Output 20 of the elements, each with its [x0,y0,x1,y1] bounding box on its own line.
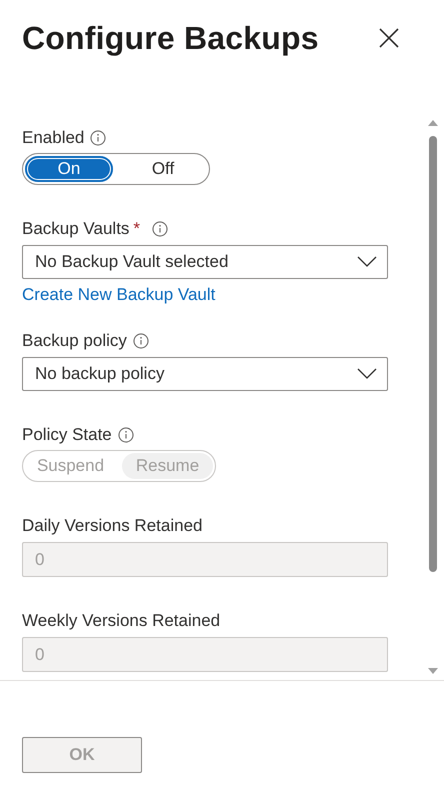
create-vault-link[interactable]: Create New Backup Vault [22,285,216,305]
info-icon[interactable] [90,130,106,146]
toggle-option[interactable]: Off [119,156,207,182]
info-icon[interactable] [132,333,149,349]
toggle-option[interactable]: On [25,156,113,182]
field-label: Backup policy [22,331,127,351]
chevron-down-icon [357,256,377,268]
field-label: Policy State [22,425,112,445]
toggle-switch[interactable]: On Off [22,153,210,185]
required-mark: * [133,219,140,239]
field-label: Backup Vaults [22,219,130,239]
field-label: Enabled [22,128,84,148]
dropdown[interactable]: No Backup Vault selected [22,245,388,279]
field-label: Daily Versions Retained [22,516,202,536]
panel-title: Configure Backups [22,20,319,56]
dropdown[interactable]: No backup policy [22,357,388,391]
info-icon[interactable] [152,221,168,237]
close-icon[interactable] [378,27,400,49]
chevron-down-icon [357,368,377,380]
field-label: Weekly Versions Retained [22,611,220,631]
